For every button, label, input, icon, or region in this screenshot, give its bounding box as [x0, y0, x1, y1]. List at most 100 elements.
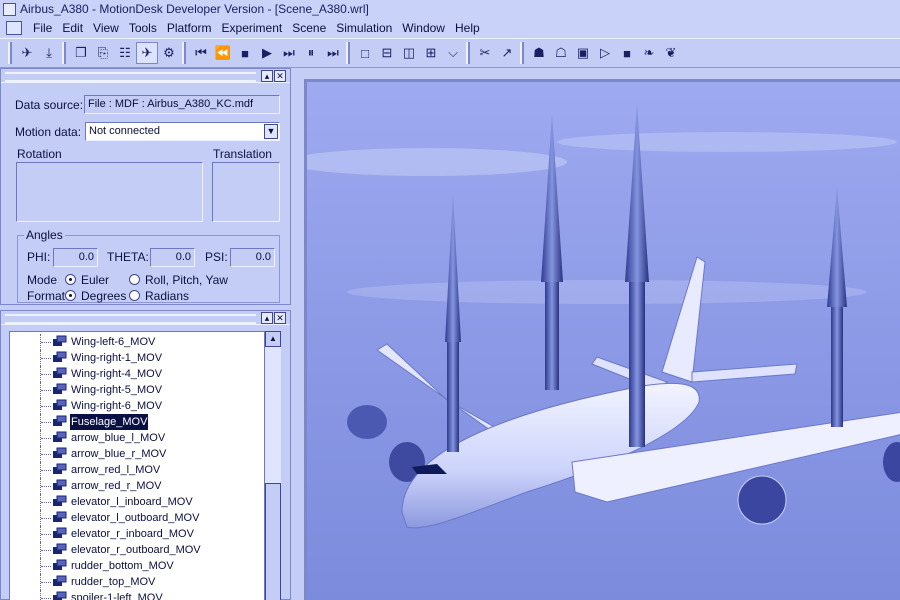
window-title: Airbus_A380 - MotionDesk Developer Versi… — [20, 2, 369, 16]
video-icon[interactable]: ☖ — [550, 42, 572, 64]
close-icon[interactable]: ✕ — [274, 69, 286, 82]
tree-item[interactable]: elevator_r_outboard_MOV — [10, 542, 264, 558]
connect-icon[interactable]: ✈ — [16, 42, 38, 64]
format-degrees-label[interactable]: Degrees — [81, 289, 126, 303]
menu-file[interactable]: File — [28, 21, 57, 35]
document-icon[interactable] — [6, 21, 22, 35]
tree-item[interactable]: arrow_red_r_MOV — [10, 478, 264, 494]
menu-view[interactable]: View — [88, 21, 124, 35]
stop-icon[interactable]: ■ — [234, 42, 256, 64]
tree-connector — [41, 598, 51, 599]
tree-item-label: Wing-right-6_MOV — [71, 400, 163, 412]
tree-item[interactable]: arrow_blue_r_MOV — [10, 446, 264, 462]
record-icon[interactable]: ⎘ — [92, 42, 114, 64]
menu-help[interactable]: Help — [450, 21, 485, 35]
splitter[interactable] — [292, 68, 304, 600]
mode-rpy-radio[interactable] — [129, 274, 140, 285]
tree-item[interactable]: Wing-right-6_MOV — [10, 398, 264, 414]
quad-view-icon[interactable]: ⊞ — [420, 42, 442, 64]
motion-data-select[interactable]: Not connected ▼ — [85, 122, 280, 141]
export-icon[interactable]: ↗ — [496, 42, 518, 64]
scene-tree[interactable]: Wing-left-6_MOV Wing-right-1_MOV Wing-righ… — [9, 331, 265, 600]
clip-icon[interactable]: ✂ — [474, 42, 496, 64]
observer-icon[interactable]: ⚙ — [158, 42, 180, 64]
toolbar-grip[interactable] — [466, 42, 470, 64]
menu-scene[interactable]: Scene — [287, 21, 331, 35]
format-radians-radio[interactable] — [129, 290, 140, 301]
tree-item[interactable]: rudder_bottom_MOV — [10, 558, 264, 574]
menu-simulation[interactable]: Simulation — [331, 21, 397, 35]
tree-item[interactable]: Wing-left-6_MOV — [10, 334, 264, 350]
tree-item-label: Wing-right-1_MOV — [71, 352, 163, 364]
tree-item[interactable]: arrow_blue_l_MOV — [10, 430, 264, 446]
mode-euler-label[interactable]: Euler — [81, 273, 109, 287]
psi-field[interactable]: 0.0 — [230, 248, 275, 267]
network-icon[interactable]: ☷ — [114, 42, 136, 64]
theta-field[interactable]: 0.0 — [150, 248, 195, 267]
split-horizontal-icon[interactable]: ⊟ — [376, 42, 398, 64]
last-frame-icon[interactable]: ⏭ — [322, 42, 344, 64]
close-icon[interactable]: ✕ — [274, 311, 286, 324]
first-frame-icon[interactable]: ⏮ — [190, 42, 212, 64]
view-menu-icon[interactable]: ⌵ — [442, 42, 464, 64]
toolbar-grip[interactable] — [520, 42, 524, 64]
tree-item-label: arrow_blue_r_MOV — [71, 448, 167, 460]
mode-rpy-label[interactable]: Roll, Pitch, Yaw — [145, 273, 228, 287]
toolbar-grip[interactable] — [346, 42, 350, 64]
motion-properties-panel: ▴ ✕ Data source: File : MDF : Airbus_A38… — [0, 68, 291, 305]
book-icon[interactable]: ❧ — [638, 42, 660, 64]
cloud — [557, 132, 897, 152]
tree-item-label: spoiler-1-left_MOV — [71, 592, 163, 600]
restore-icon[interactable]: ▴ — [261, 311, 273, 324]
menu-experiment[interactable]: Experiment — [217, 21, 288, 35]
menu-edit[interactable]: Edit — [57, 21, 88, 35]
camera-icon[interactable]: ☗ — [528, 42, 550, 64]
tree-item[interactable]: Wing-right-4_MOV — [10, 366, 264, 382]
motion-data-label: Motion data: — [15, 125, 82, 139]
format-radians-label[interactable]: Radians — [145, 289, 189, 303]
chevron-down-icon[interactable]: ▼ — [264, 124, 278, 139]
tree-item[interactable]: Wing-right-5_MOV — [10, 382, 264, 398]
single-view-icon[interactable]: □ — [354, 42, 376, 64]
scroll-up-icon[interactable]: ▲ — [265, 331, 281, 347]
mode-euler-radio[interactable] — [65, 274, 76, 285]
tree-item[interactable]: elevator_l_outboard_MOV — [10, 510, 264, 526]
tree-connector — [41, 438, 51, 439]
scene-render[interactable] — [307, 82, 900, 600]
toolbar-grip[interactable] — [182, 42, 186, 64]
scene-viewport[interactable] — [304, 79, 900, 600]
tree-item[interactable]: arrow_red_l_MOV — [10, 462, 264, 478]
menu-platform[interactable]: Platform — [162, 21, 217, 35]
tree-item[interactable]: elevator_r_inboard_MOV — [10, 526, 264, 542]
tree-item[interactable]: spoiler-1-left_MOV — [10, 590, 264, 600]
help-book-icon[interactable]: ❦ — [660, 42, 682, 64]
motion-node-icon — [53, 335, 67, 346]
scrollbar-thumb[interactable] — [265, 483, 281, 600]
record-play-icon[interactable]: ▷ — [594, 42, 616, 64]
record-stop-icon[interactable]: ■ — [616, 42, 638, 64]
restore-icon[interactable]: ▴ — [261, 69, 273, 82]
play-icon[interactable]: ▶ — [256, 42, 278, 64]
toolbar: ✈ ⤓ ❐ ⎘ ☷ ✈ ⚙ ⏮ ⏪ ■ ▶ ⏭ ⏸ ⏭ □ ⊟ ◫ ⊞ ⌵ ✂ … — [0, 38, 900, 68]
download-icon[interactable]: ⤓ — [38, 42, 60, 64]
open-scene-icon[interactable]: ❐ — [70, 42, 92, 64]
phi-field[interactable]: 0.0 — [53, 248, 98, 267]
tree-item[interactable]: elevator_l_inboard_MOV — [10, 494, 264, 510]
tree-scrollbar[interactable]: ▲ — [265, 331, 281, 600]
tree-item[interactable]: rudder_top_MOV — [10, 574, 264, 590]
step-back-icon[interactable]: ⏪ — [212, 42, 234, 64]
pause-icon[interactable]: ⏸ — [300, 42, 322, 64]
panel-header: ▴ ✕ — [1, 69, 290, 83]
format-degrees-radio[interactable] — [65, 290, 76, 301]
split-vertical-icon[interactable]: ◫ — [398, 42, 420, 64]
menu-window[interactable]: Window — [397, 21, 450, 35]
tree-item[interactable]: Wing-right-1_MOV — [10, 350, 264, 366]
capture-icon[interactable]: ▣ — [572, 42, 594, 64]
toolbar-grip[interactable] — [8, 42, 12, 64]
tree-item[interactable]: Fuselage_MOV — [10, 413, 264, 431]
scene-tree-panel: ▴ ✕ Wing-left-6_MOV Wing-right-1_MOV Wing-… — [0, 310, 291, 600]
menu-tools[interactable]: Tools — [124, 21, 162, 35]
navigate-icon[interactable]: ✈ — [136, 42, 158, 64]
toolbar-grip[interactable] — [62, 42, 66, 64]
step-forward-icon[interactable]: ⏭ — [278, 42, 300, 64]
